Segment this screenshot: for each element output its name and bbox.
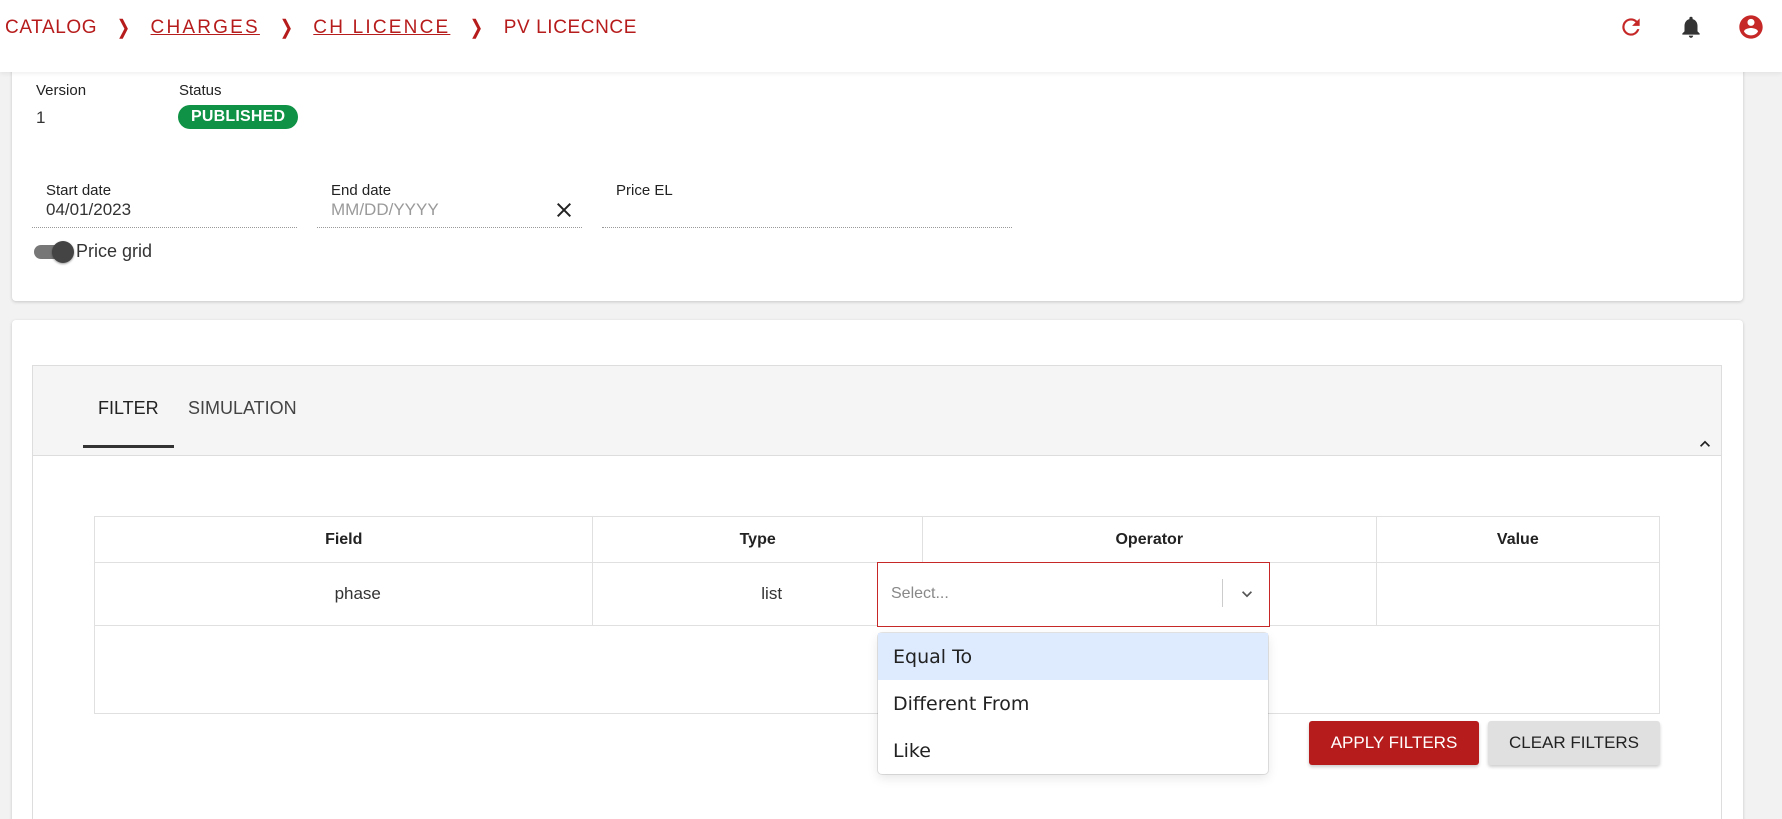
chevron-down-icon[interactable] <box>1237 584 1257 604</box>
tab-bar: FILTER SIMULATION <box>33 366 1721 456</box>
cell-field: phase <box>93 562 594 626</box>
end-date-label: End date <box>331 182 392 199</box>
operator-select-placeholder: Select... <box>891 585 949 602</box>
breadcrumb-charges[interactable]: CHARGES <box>151 17 260 39</box>
start-date-field[interactable]: Start date 04/01/2023 <box>32 170 297 228</box>
option-equal-to[interactable]: Equal To <box>878 633 1268 680</box>
operator-select[interactable]: Select... <box>877 562 1270 627</box>
tab-simulation[interactable]: SIMULATION <box>188 398 297 445</box>
version-label: Version <box>36 82 87 99</box>
cell-type: list <box>592 562 923 626</box>
chevron-up-icon[interactable] <box>1695 434 1715 454</box>
account-icon[interactable] <box>1736 12 1766 42</box>
start-date-label: Start date <box>46 182 112 199</box>
select-divider <box>1222 579 1223 607</box>
operator-menu: Equal To Different From Like <box>878 633 1268 774</box>
option-different-from[interactable]: Different From <box>878 680 1268 727</box>
refresh-icon[interactable] <box>1616 12 1646 42</box>
toggle-knob[interactable] <box>52 240 74 263</box>
tab-filter[interactable]: FILTER <box>83 398 174 448</box>
chevron-right-icon: ❯ <box>470 17 484 39</box>
chevron-right-icon: ❯ <box>116 17 131 39</box>
breadcrumb: CATALOG ❯ CHARGES ❯ CH LICENCE ❯ PV LICE… <box>5 15 637 40</box>
details-card: Version 1 Status PUBLISHED Start date 04… <box>12 60 1743 301</box>
chevron-right-icon: ❯ <box>279 17 294 39</box>
top-bar: CATALOG ❯ CHARGES ❯ CH LICENCE ❯ PV LICE… <box>0 0 1782 72</box>
column-header-type: Type <box>592 516 923 563</box>
price-el-label: Price EL <box>616 182 673 199</box>
price-grid-toggle[interactable]: Price grid <box>34 240 153 263</box>
column-header-operator: Operator <box>921 516 1377 563</box>
price-grid-label: Price grid <box>76 241 153 261</box>
column-header-value: Value <box>1375 516 1661 563</box>
clear-filters-button[interactable]: CLEAR FILTERS <box>1488 721 1660 765</box>
version-value: 1 <box>36 108 46 127</box>
table-row-empty <box>94 625 1660 714</box>
apply-filters-button[interactable]: APPLY FILTERS <box>1309 721 1479 765</box>
cell-value[interactable] <box>1375 562 1661 626</box>
empty-cell <box>94 625 1660 714</box>
end-date-input[interactable]: MM/DD/YYYY <box>331 200 439 220</box>
status-badge: PUBLISHED <box>178 105 299 129</box>
breadcrumb-catalog[interactable]: CATALOG <box>5 17 97 39</box>
start-date-input[interactable]: 04/01/2023 <box>46 200 131 220</box>
toggle-track[interactable] <box>34 240 74 263</box>
column-header-field: Field <box>93 516 594 563</box>
option-like[interactable]: Like <box>878 727 1268 774</box>
breadcrumb-pv-licence: PV LICECNCE <box>503 16 638 38</box>
breadcrumb-ch-licence[interactable]: CH LICENCE <box>313 17 450 39</box>
table-header-row: Field Type Operator Value <box>93 516 1661 563</box>
end-date-field[interactable]: End date MM/DD/YYYY <box>317 170 582 228</box>
status-label: Status <box>179 82 222 99</box>
price-el-field[interactable]: Price EL <box>602 170 1012 228</box>
close-icon[interactable] <box>552 198 576 222</box>
bell-icon[interactable] <box>1676 12 1706 42</box>
